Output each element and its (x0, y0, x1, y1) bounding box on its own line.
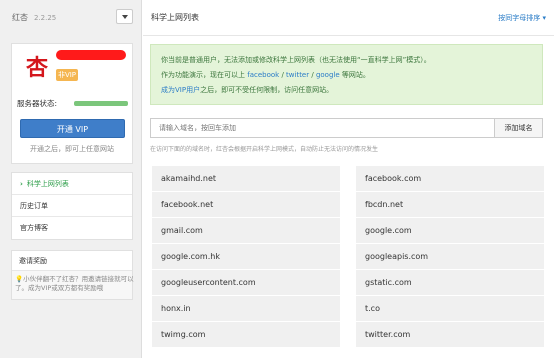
notice-box: 你当前是普通用户，无法添加或修改科学上网列表（也无法使用“一直科学上网”模式）。… (150, 44, 543, 105)
server-status-fill (74, 101, 128, 106)
domain-list-right: facebook.com fbcdn.net google.com google… (356, 166, 544, 348)
sidebar-item-label: 官方博客 (20, 224, 48, 232)
notice-line-2-pre: 作为功能演示，现在可以上 (161, 71, 245, 79)
sidebar-item-science-list[interactable]: › 科学上网列表 (12, 173, 132, 195)
list-item[interactable]: t.co (356, 296, 544, 322)
list-item[interactable]: gstatic.com (356, 270, 544, 296)
add-domain-button[interactable]: 添加域名 (495, 118, 543, 138)
invite-panel: 邀请奖励 💡小伙伴翻不了红杏？用邀请链接就可以了。成为VIP或双方都有奖励哦 (11, 250, 135, 300)
list-item[interactable]: akamaihd.net (152, 166, 340, 192)
main-content: 科学上网列表 按同字母排序 ▾ 你当前是普通用户，无法添加或修改科学上网列表（也… (143, 0, 554, 358)
list-item[interactable]: gmail.com (152, 218, 340, 244)
notice-line-3: 成为VIP用户之后，即可不受任何限制，访问任意网站。 (161, 83, 532, 98)
notice-line-2: 作为功能演示，现在可以上 facebook / twitter / google… (161, 71, 370, 79)
vip-status-badge: 非VIP (56, 69, 78, 81)
list-item[interactable]: twimg.com (152, 322, 340, 348)
sidebar-nav: › 科学上网列表 历史订单 官方博客 (11, 172, 133, 240)
list-item[interactable]: google.com (356, 218, 544, 244)
list-item[interactable]: honx.in (152, 296, 340, 322)
redacted-username (56, 50, 126, 60)
sidebar: 红杏 2.2.25 杏 非VIP 服务器状态: 开通 VIP 开通之后，即可上任意… (0, 0, 142, 358)
sort-link[interactable]: 按同字母排序 ▾ (498, 13, 546, 23)
site-link-twitter[interactable]: twitter (286, 71, 309, 79)
notice-line-2-post: 等网站。 (341, 71, 370, 79)
vip-note: 开通之后，即可上任意网站 (30, 145, 114, 153)
list-item[interactable]: fbcdn.net (356, 192, 544, 218)
page-title: 科学上网列表 (151, 13, 199, 22)
site-link-google[interactable]: google (316, 71, 340, 79)
invite-text: 💡小伙伴翻不了红杏？用邀请链接就可以了。成为VIP或双方都有奖励哦 (15, 275, 135, 293)
sidebar-item-official-blog[interactable]: 官方博客 (12, 217, 132, 239)
sidebar-item-history-orders[interactable]: 历史订单 (12, 195, 132, 217)
server-status-label: 服务器状态: (17, 99, 58, 108)
notice-line-3-post: 之后，即可不受任何限制，访问任意网站。 (200, 86, 334, 94)
chevron-right-icon: › (20, 180, 23, 188)
domain-list-left: akamaihd.net facebook.net gmail.com goog… (152, 166, 340, 348)
sidebar-item-label: 历史订单 (20, 202, 48, 210)
domain-input[interactable] (150, 118, 495, 138)
server-status-bar (74, 101, 128, 106)
domain-search-row: 添加域名 (150, 118, 543, 138)
invite-title[interactable]: 邀请奖励 (12, 251, 132, 271)
list-item[interactable]: facebook.com (356, 166, 544, 192)
open-vip-button[interactable]: 开通 VIP (20, 119, 125, 138)
list-item[interactable]: facebook.net (152, 192, 340, 218)
app-version: 2.2.25 (34, 14, 57, 22)
caret-down-icon (122, 15, 128, 19)
list-item[interactable]: twitter.com (356, 322, 544, 348)
notice-line-1: 你当前是普通用户，无法添加或修改科学上网列表（也无法使用“一直科学上网”模式）。 (161, 56, 431, 64)
sidebar-item-label: 科学上网列表 (26, 180, 69, 188)
list-item[interactable]: googleusercontent.com (152, 270, 340, 296)
user-card: 杏 非VIP 服务器状态: 开通 VIP 开通之后，即可上任意网站 (11, 43, 133, 164)
main-header: 科学上网列表 按同字母排序 ▾ (143, 0, 554, 36)
list-item[interactable]: googleapis.com (356, 244, 544, 270)
avatar: 杏 (26, 55, 49, 81)
domain-hint: 在访问下面的的域名时，红杏会根据开启科学上网模式，自动防止无法访问的情况发生 (150, 146, 379, 153)
become-vip-link[interactable]: 成为VIP用户 (161, 86, 200, 94)
lightbulb-icon: 💡 (15, 275, 24, 283)
invite-text-content: 小伙伴翻不了红杏？用邀请链接就可以了。成为VIP或双方都有奖励哦 (15, 275, 134, 292)
site-link-facebook[interactable]: facebook (247, 71, 279, 79)
app-brand: 红杏 2.2.25 (12, 12, 56, 23)
dropdown-menu-button[interactable] (116, 9, 133, 24)
app-name: 红杏 (12, 13, 28, 22)
list-item[interactable]: google.com.hk (152, 244, 340, 270)
